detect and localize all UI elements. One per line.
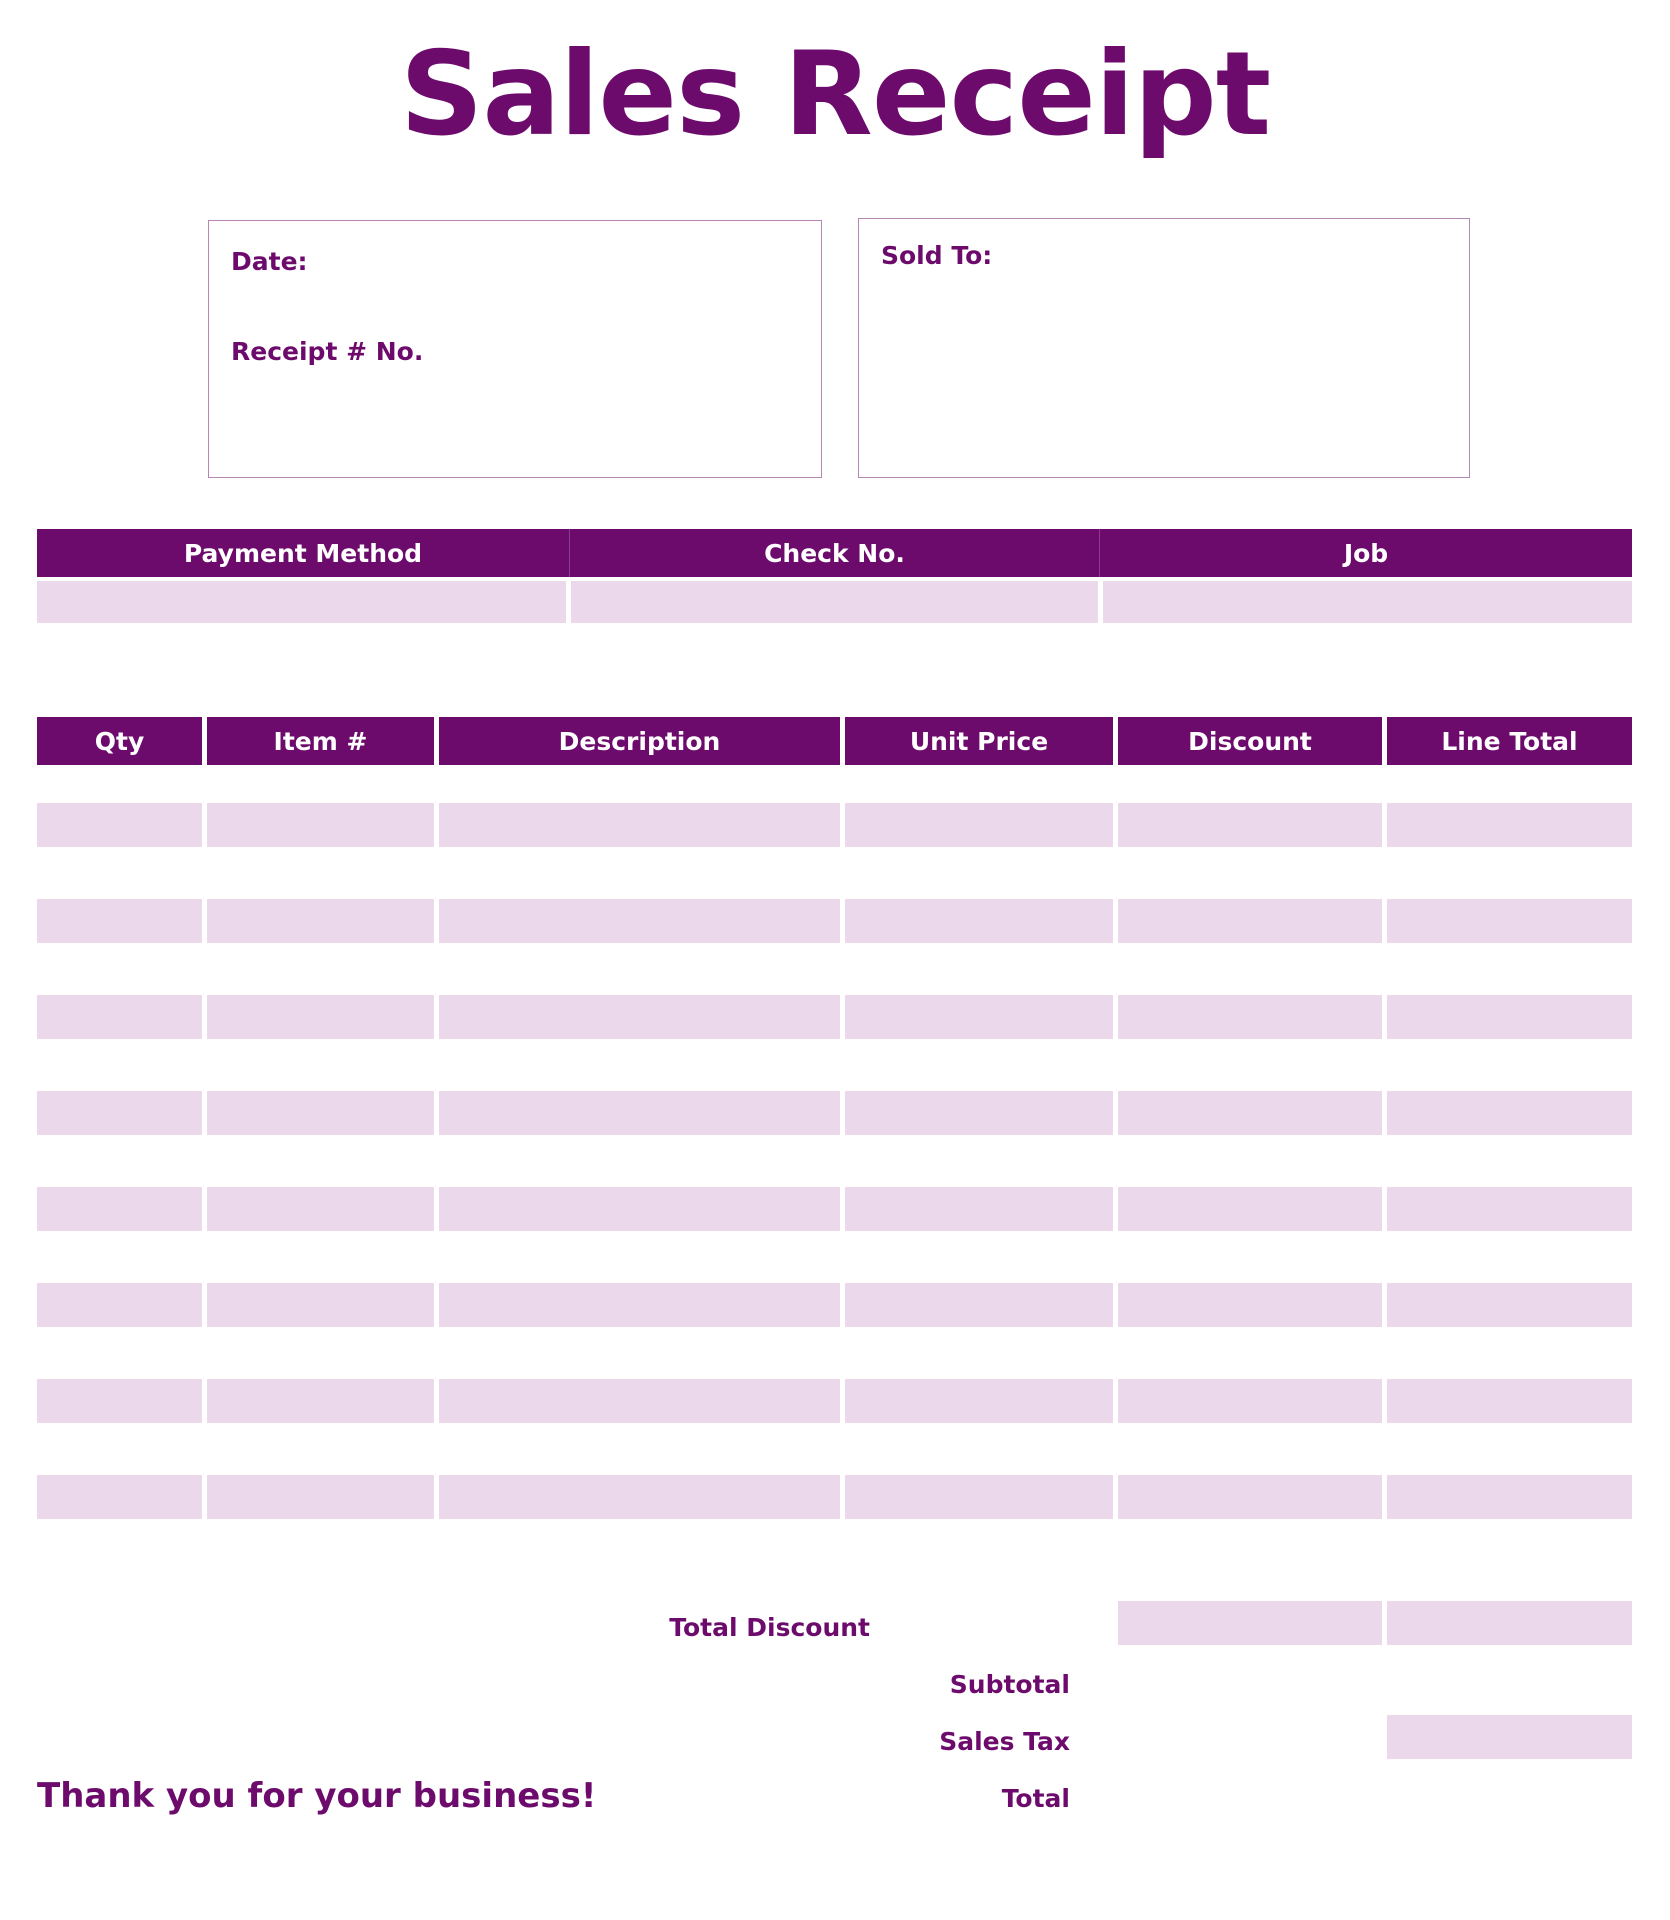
item-number-cell[interactable] [207, 803, 434, 847]
unit-price-cell[interactable] [845, 899, 1113, 943]
discount-cell[interactable] [1118, 899, 1382, 943]
sold-to-box[interactable]: Sold To: [858, 218, 1470, 478]
description-cell[interactable] [439, 1379, 840, 1423]
item-number-cell[interactable] [207, 1475, 434, 1519]
discount-cell[interactable] [1118, 803, 1382, 847]
subtotal-label: Subtotal [949, 1670, 1070, 1699]
unit-price-cell[interactable] [845, 995, 1113, 1039]
payment-method-input[interactable] [37, 581, 566, 623]
unit-price-header: Unit Price [845, 717, 1113, 765]
unit-price-cell[interactable] [845, 1475, 1113, 1519]
table-row [37, 1283, 1632, 1327]
check-no-input[interactable] [571, 581, 1098, 623]
unit-price-cell[interactable] [845, 1283, 1113, 1327]
line-total-cell[interactable] [1387, 1187, 1632, 1231]
job-header: Job [1343, 538, 1389, 568]
total-discount-label: Total Discount [669, 1613, 870, 1642]
line-total-cell[interactable] [1387, 1283, 1632, 1327]
qty-cell[interactable] [37, 1283, 202, 1327]
sales-tax-label: Sales Tax [939, 1727, 1070, 1756]
description-header: Description [439, 717, 840, 765]
discount-cell[interactable] [1118, 1187, 1382, 1231]
date-receipt-box[interactable]: Date: Receipt # No. [208, 220, 822, 478]
line-total-cell[interactable] [1387, 1475, 1632, 1519]
discount-cell[interactable] [1118, 1475, 1382, 1519]
line-total-cell[interactable] [1387, 995, 1632, 1039]
item-number-cell[interactable] [207, 1283, 434, 1327]
item-number-cell[interactable] [207, 1379, 434, 1423]
item-number-cell[interactable] [207, 899, 434, 943]
page-title: Sales Receipt [399, 27, 1271, 162]
line-total-cell[interactable] [1387, 803, 1632, 847]
discount-cell[interactable] [1118, 1283, 1382, 1327]
item-number-cell[interactable] [207, 1091, 434, 1135]
unit-price-cell[interactable] [845, 803, 1113, 847]
line-total-cell[interactable] [1387, 1379, 1632, 1423]
job-input[interactable] [1103, 581, 1632, 623]
sales-receipt-page: Sales Receipt Date: Receipt # No. Sold T… [0, 0, 1670, 1920]
line-total-header: Line Total [1387, 717, 1632, 765]
table-row [37, 1379, 1632, 1423]
discount-cell[interactable] [1118, 1091, 1382, 1135]
table-row [37, 899, 1632, 943]
unit-price-cell[interactable] [845, 1091, 1113, 1135]
qty-cell[interactable] [37, 803, 202, 847]
sales-tax-value[interactable] [1387, 1715, 1632, 1759]
discount-header: Discount [1118, 717, 1382, 765]
description-cell[interactable] [439, 995, 840, 1039]
qty-cell[interactable] [37, 899, 202, 943]
unit-price-cell[interactable] [845, 1379, 1113, 1423]
description-cell[interactable] [439, 1091, 840, 1135]
qty-cell[interactable] [37, 1187, 202, 1231]
total-discount-value-1[interactable] [1118, 1601, 1382, 1645]
discount-cell[interactable] [1118, 1379, 1382, 1423]
total-label: Total [1001, 1784, 1070, 1813]
line-total-cell[interactable] [1387, 1091, 1632, 1135]
date-label: Date: [231, 247, 308, 276]
item-number-cell[interactable] [207, 995, 434, 1039]
description-cell[interactable] [439, 803, 840, 847]
payment-values-row [37, 581, 1632, 623]
unit-price-cell[interactable] [845, 1187, 1113, 1231]
discount-cell[interactable] [1118, 995, 1382, 1039]
item-number-header: Item # [207, 717, 434, 765]
qty-cell[interactable] [37, 1379, 202, 1423]
description-cell[interactable] [439, 899, 840, 943]
items-header-row: Qty Item # Description Unit Price Discou… [37, 717, 1632, 765]
table-row [37, 1187, 1632, 1231]
table-row [37, 1091, 1632, 1135]
qty-cell[interactable] [37, 995, 202, 1039]
payment-method-header: Payment Method [37, 529, 570, 577]
description-cell[interactable] [439, 1187, 840, 1231]
item-number-cell[interactable] [207, 1187, 434, 1231]
qty-cell[interactable] [37, 1475, 202, 1519]
qty-header: Qty [37, 717, 202, 765]
table-row [37, 1475, 1632, 1519]
check-no-header: Check No. [570, 529, 1100, 577]
description-cell[interactable] [439, 1475, 840, 1519]
description-cell[interactable] [439, 1283, 840, 1327]
sold-to-label: Sold To: [881, 241, 993, 270]
line-total-cell[interactable] [1387, 899, 1632, 943]
thank-you-message: Thank you for your business! [37, 1776, 597, 1816]
qty-cell[interactable] [37, 1091, 202, 1135]
payment-header-row: Payment Method Check No. Job [37, 529, 1632, 577]
table-row [37, 803, 1632, 847]
receipt-number-label: Receipt # No. [231, 337, 424, 366]
total-discount-value-2[interactable] [1387, 1601, 1632, 1645]
table-row [37, 995, 1632, 1039]
